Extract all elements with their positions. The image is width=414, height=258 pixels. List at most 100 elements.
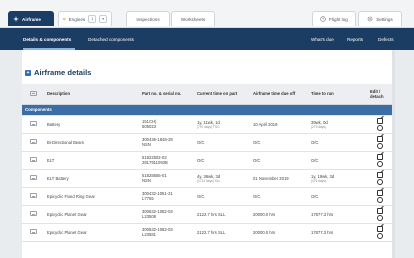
scrollbar[interactable] [392,50,395,258]
row-icon [30,139,37,144]
top-tab-bar: Airframe Engines 1 ▾ Inspections Workshe… [0,0,414,28]
edit-icon[interactable] [376,225,383,232]
section-header: + Airframe details [25,68,91,77]
list-icon [30,90,37,96]
flight-log-icon [320,16,326,22]
tab-label: Settings [376,16,393,22]
edit-icon[interactable] [376,117,383,124]
edit-icon[interactable] [376,189,383,196]
current-time-cell: O/C [194,187,250,206]
due-cell: O/C [250,187,308,206]
edit-icon[interactable] [376,171,383,178]
due-cell: 01 November 2019 [250,169,308,188]
edit-cell [367,169,392,188]
due-cell: 20000.0 hrs [250,223,308,242]
tab-label: Engines [68,16,86,22]
column-header: Description [44,84,139,105]
description-cell: Epicyclic Planet Gear [44,223,139,242]
edit-icon[interactable] [376,135,383,142]
table-header-row: Description Part no. & serial no. Curren… [22,84,392,105]
group-label: Components [22,104,392,116]
edit-icon[interactable] [376,207,383,214]
nav-defects[interactable]: Defects [378,37,394,42]
tab-flight-log[interactable]: Flight log [312,11,356,26]
due-cell: O/C [250,151,308,170]
ttr-cell: 17877.3 hrs [308,205,367,224]
tab-engines[interactable]: Engines 1 ▾ [58,11,112,26]
row-icon [30,121,37,126]
nav-details-components[interactable]: Details & components [23,37,71,42]
ttr-cell: 39wk, 0d (273 days) [308,115,367,134]
edit-icon[interactable] [376,153,383,160]
edit-cell [367,187,392,206]
current-time-cell: 2122.7 hrs SLL [194,223,250,242]
edit-cell [367,223,392,242]
table-row[interactable]: Epicyclic Fixed Ring Gear 300432-1051-21… [22,187,392,206]
ttr-cell: O/C [308,151,367,170]
ttr-cell: O/C [308,187,367,206]
detach-icon[interactable] [376,232,383,239]
current-time-cell: 1y, 11wk, 1d (797 days) TSO [194,115,250,134]
group-row: Components [22,104,392,116]
part-cell: 300436-1848-29 NSN [139,133,194,152]
part-cell: 151CH) 505023 [139,115,194,134]
table-row[interactable]: Battery 151CH) 505023 1y, 11wk, 1d (797 da… [22,115,392,134]
description-cell: ELT Battery [44,169,139,188]
part-cell: 300632-1082-03 L23508 [139,205,194,224]
current-time-cell: 4y, 36wk, 3d (1713 days) SLL [194,169,250,188]
page-title: Airframe details [34,68,92,77]
current-time-cell: 2122.7 hrs SLL [194,205,250,224]
detach-icon[interactable] [376,178,383,185]
nav-detached-components[interactable]: Detached components [88,37,134,42]
row-icon [30,211,37,216]
select-column-header[interactable] [22,84,44,105]
airframe-icon [13,16,19,22]
ttr-cell: 1y, 19wk, 3d (476 days) [308,169,367,188]
column-header: Current time on part [194,84,250,105]
part-cell: 300632-1082-03 L23581 [139,223,194,242]
table-row[interactable]: Epicyclic Planet Gear 300632-1082-03 L235… [22,223,392,242]
detach-icon[interactable] [376,124,383,131]
table-row[interactable]: ELT Battery 51828565-01 NSN 4y, 36wk, 3d(… [22,169,392,188]
detach-icon[interactable] [376,142,383,149]
nav-reports[interactable]: Reports [347,37,363,42]
tab-label: Airframe [22,16,41,22]
tab-worksheets[interactable]: Worksheets [171,11,215,26]
description-cell: Battery [44,115,139,134]
detach-icon[interactable] [376,196,383,203]
edit-cell [367,133,392,152]
column-header: Time to run [308,84,367,105]
gear-icon [367,16,373,22]
column-header: Part no. & serial no. [139,84,194,105]
table-row[interactable]: Epicyclic Planet Gear 300632-1082-03 L235… [22,205,392,224]
nav-whats-due[interactable]: What's due [311,37,334,42]
current-time-cell: O/C [194,151,250,170]
edit-cell [367,151,392,170]
tab-airframe[interactable]: Airframe [8,11,54,26]
current-time-cell: O/C [194,133,250,152]
main-content: + Airframe details Description Part no. … [22,50,392,258]
table-row[interactable]: ELT 51822502-02 2817911093B O/C O/C O/C [22,151,392,170]
row-icon [30,229,37,234]
tab-inspections[interactable]: Inspections [126,11,170,26]
tab-settings[interactable]: Settings [358,11,402,26]
row-icon [30,157,37,162]
part-cell: 300432-1051-21 L7755 [139,187,194,206]
due-cell: 20000.0 hrs [250,205,308,224]
description-cell: Epicyclic Fixed Ring Gear [44,187,139,206]
engines-count-badge[interactable]: 1 [88,15,97,23]
engines-dropdown-icon[interactable]: ▾ [99,15,107,23]
tab-label: Worksheets [180,16,206,22]
components-table: Description Part no. & serial no. Curren… [22,84,392,242]
table-row[interactable]: Bi-Directional Beam 300436-1848-29 NSN O/… [22,133,392,152]
expand-icon[interactable]: + [25,69,31,76]
due-cell: O/C [250,133,308,152]
column-header: Airframe time due off [250,84,308,105]
detach-icon[interactable] [376,160,383,167]
detach-icon[interactable] [376,214,383,221]
row-icon [30,193,37,198]
due-cell: 10 April 2019 [250,115,308,134]
column-header: Edit / detach [367,84,392,105]
ttr-cell: 17877.3 hrs [308,223,367,242]
tab-label: Flight log [329,16,348,22]
